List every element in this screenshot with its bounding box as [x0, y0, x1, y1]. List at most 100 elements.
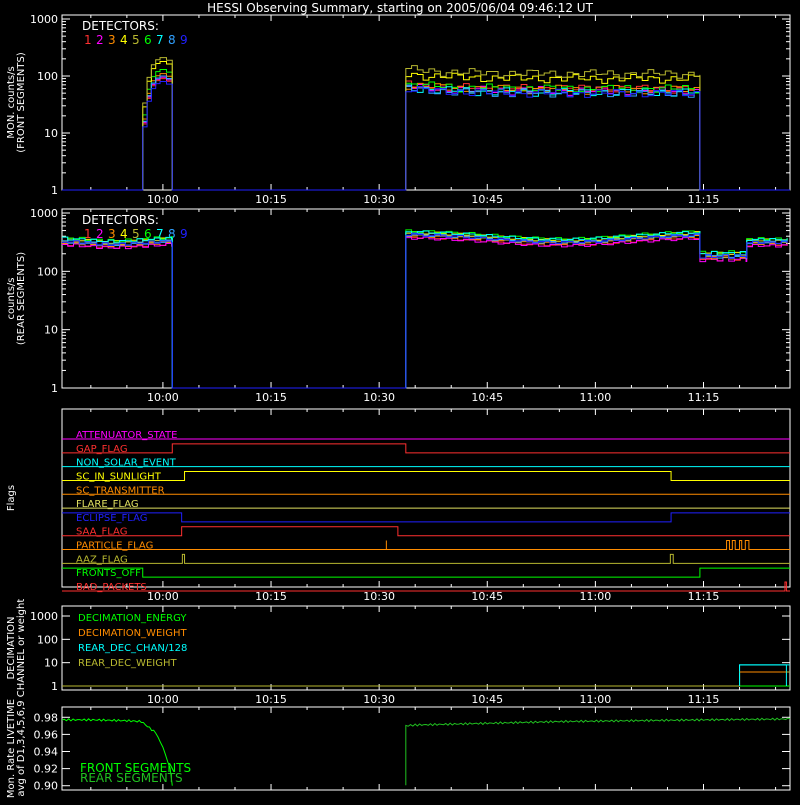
y-axis-label: Flags	[6, 485, 17, 511]
front-series-detector-7	[62, 75, 790, 191]
chart-title: HESSI Observing Summary, starting on 200…	[207, 1, 593, 15]
x-tick-label: 11:00	[580, 590, 612, 603]
y-tick-label: 0.92	[34, 763, 59, 776]
rear-series-detector-1	[62, 235, 788, 389]
legend-detector-7: 7	[156, 33, 164, 47]
x-tick-label: 10:30	[363, 391, 395, 404]
y-tick-label: 10	[44, 324, 58, 337]
legend-detector-4: 4	[120, 33, 128, 47]
rear-series-detector-2	[62, 236, 788, 389]
rear-series-detector-4	[62, 231, 788, 389]
rear-series-detector-9	[62, 233, 788, 389]
decimation-legend-entry: REAR_DEC_WEIGHT	[78, 658, 177, 669]
y-tick-label: 1000	[30, 13, 58, 26]
flag-row-fronts-off: FRONTS_OFF	[62, 567, 790, 579]
flag-label: ECLIPSE_FLAG	[76, 513, 147, 524]
flag-row-flare-flag: FLARE_FLAG	[62, 499, 790, 510]
front-series-detector-8	[62, 75, 790, 191]
decimation-legend-entry: DECIMATION_ENERGY	[78, 613, 187, 624]
x-tick-label: 11:00	[580, 693, 612, 706]
decimation-legend-entry: DECIMATION_WEIGHT	[78, 628, 187, 639]
y-tick-label: 10	[44, 657, 58, 670]
x-tick-label: 11:15	[688, 193, 720, 206]
y-tick-label: 100	[37, 70, 58, 83]
x-tick-label: 11:00	[580, 193, 612, 206]
legend-detector-3: 3	[108, 227, 116, 241]
legend-title: DETECTORS:	[82, 19, 159, 33]
x-tick-label: 10:00	[147, 193, 179, 206]
legend-detector-5: 5	[132, 33, 140, 47]
legend-detector-1: 1	[84, 33, 92, 47]
y-tick-label: 1000	[30, 207, 58, 220]
flag-row-sc-transmitter: SC_TRANSMITTER	[62, 485, 790, 496]
livetime-trace-rear	[405, 717, 791, 786]
legend-detector-8: 8	[168, 33, 176, 47]
x-tick-label: 11:15	[688, 693, 720, 706]
x-tick-label: 10:30	[363, 693, 395, 706]
flag-trace	[62, 567, 790, 578]
front-series-detector-9	[62, 81, 790, 191]
flag-trace	[62, 553, 790, 564]
flag-row-eclipse-flag: ECLIPSE_FLAG	[62, 512, 790, 524]
legend-title: DETECTORS:	[82, 213, 159, 227]
x-tick-label: 10:15	[255, 693, 287, 706]
rear-series-detector-7	[62, 230, 788, 389]
decimation-legend-entry: REAR_DEC_CHAN/128	[78, 643, 187, 654]
y-tick-label: 10	[44, 127, 58, 140]
livetime-legend-entry: REAR SEGMENTS	[80, 771, 183, 785]
front-series-detector-5	[62, 57, 790, 191]
y-tick-label: 0.96	[34, 728, 59, 741]
flag-row-attenuator-state: ATTENUATOR_STATE	[62, 430, 790, 441]
rear-series-detector-3	[62, 233, 788, 389]
x-tick-label: 10:45	[471, 193, 503, 206]
x-tick-label: 11:15	[688, 590, 720, 603]
y-axis-label: (REAR SEGMENTS)	[16, 252, 27, 345]
flag-trace	[62, 512, 790, 523]
y-tick-label: 1	[51, 184, 58, 197]
flag-row-saa-flag: SAA_FLAG	[62, 526, 790, 538]
x-tick-label: 10:30	[363, 590, 395, 603]
y-tick-label: 1	[51, 382, 58, 395]
y-axis-label: avg of D1,3,4,5,6,9	[16, 700, 27, 796]
x-tick-label: 10:00	[147, 693, 179, 706]
flag-trace	[62, 540, 790, 551]
flag-label: FRONTS_OFF	[76, 568, 141, 579]
y-tick-label: 100	[37, 265, 58, 278]
flag-row-aaz-flag: AAZ_FLAG	[62, 553, 790, 565]
x-tick-label: 10:45	[471, 590, 503, 603]
x-tick-label: 10:15	[255, 391, 287, 404]
y-tick-label: 0.98	[34, 711, 59, 724]
detector-legend: DETECTORS:1 2 3 4 5 6 7 8 9	[82, 19, 188, 47]
legend-detector-3: 3	[108, 33, 116, 47]
y-tick-label: 0.94	[34, 746, 59, 759]
rear-series-detector-8	[62, 233, 788, 389]
flag-row-non-solar-event: NON_SOLAR_EVENT	[62, 458, 790, 469]
rear-dec-chan-box	[739, 664, 787, 686]
rear-series-detector-5	[62, 232, 788, 389]
decimation-trace	[62, 671, 790, 687]
flag-row-sc-in-sunlight: SC_IN_SUNLIGHT	[62, 470, 790, 482]
x-tick-label: 10:00	[147, 590, 179, 603]
legend-detector-2: 2	[96, 33, 104, 47]
legend-detector-9: 9	[180, 33, 188, 47]
x-tick-label: 10:30	[363, 193, 395, 206]
rear-series-detector-6	[62, 229, 788, 389]
decimation-trace	[62, 671, 790, 687]
flag-trace	[62, 526, 790, 537]
y-axis-label: CHANNEL or weight	[16, 599, 27, 698]
x-tick-label: 11:15	[688, 391, 720, 404]
x-tick-label: 10:45	[471, 391, 503, 404]
y-tick-label: 1000	[30, 610, 58, 623]
y-tick-label: 1	[51, 680, 58, 693]
x-tick-label: 10:00	[147, 391, 179, 404]
flag-trace	[62, 470, 790, 481]
front-series-detector-1	[62, 78, 790, 191]
flag-row-particle-flag: PARTICLE_FLAG	[62, 540, 790, 552]
legend-detector-6: 6	[144, 33, 152, 47]
x-tick-label: 10:15	[255, 193, 287, 206]
chart-root: HESSI Observing Summary, starting on 200…	[0, 0, 800, 800]
y-axis-label: (FRONT SEGMENTS)	[16, 52, 27, 153]
x-tick-label: 10:15	[255, 590, 287, 603]
flag-row-gap-flag: GAP_FLAG	[62, 443, 790, 455]
y-tick-label: 0.90	[34, 780, 59, 793]
